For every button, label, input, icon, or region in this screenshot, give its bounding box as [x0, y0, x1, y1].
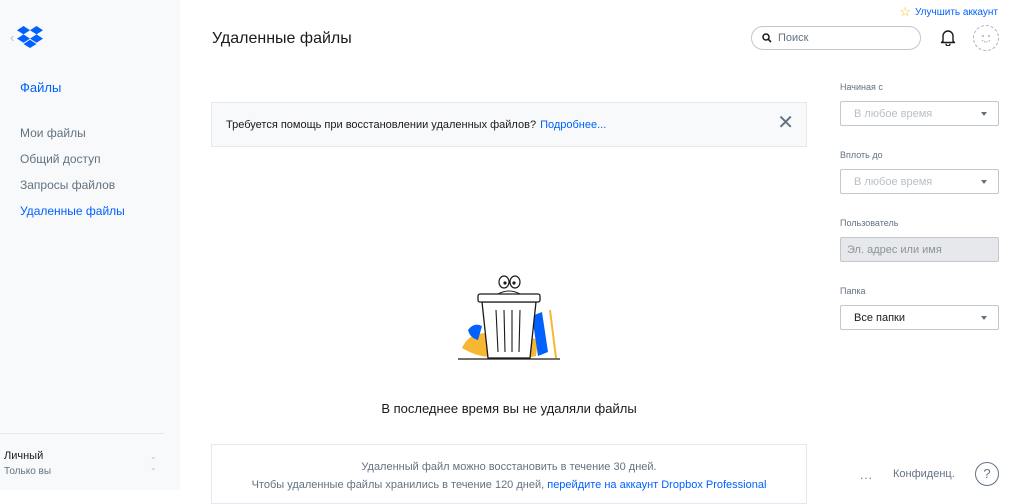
learn-more-link[interactable]: Подробнее... — [540, 119, 606, 131]
dropbox-logo-icon — [17, 26, 44, 48]
privacy-link[interactable]: Конфиденц. — [893, 468, 955, 480]
retention-info-box: Удаленный файл можно восстановить в тече… — [211, 444, 807, 504]
filter-from-select[interactable]: В любое время — [840, 101, 999, 126]
trash-can-illustration-icon — [458, 275, 560, 360]
help-icon[interactable]: ? — [975, 462, 999, 486]
sidebar-section-files[interactable]: Файлы — [20, 80, 61, 95]
sidebar-item-sharing[interactable]: Общий доступ — [20, 152, 125, 178]
account-switcher[interactable]: Личный Только вы ⌃ ⌄ — [4, 450, 164, 477]
upgrade-account-label: Улучшить аккаунт — [915, 6, 998, 18]
account-name: Личный — [4, 450, 44, 462]
avatar[interactable] — [973, 25, 999, 51]
filter-to-value: В любое время — [854, 176, 933, 188]
filter-from-label: Начиная с — [840, 82, 883, 92]
star-icon: ☆ — [899, 4, 911, 19]
search-placeholder: Поиск — [778, 32, 809, 44]
account-subtitle: Только вы — [4, 466, 52, 477]
sidebar-item-deleted-files[interactable]: Удаленные файлы — [20, 204, 125, 230]
empty-state-message: В последнее время вы не удаляли файлы — [381, 401, 637, 416]
retention-info-line2-text: Чтобы удаленные файлы хранились в течени… — [251, 479, 545, 491]
search-icon — [762, 33, 772, 43]
dropbox-home-link[interactable]: ‹ — [10, 26, 44, 48]
close-icon[interactable]: ✕ — [777, 113, 794, 133]
chevron-down-icon — [981, 112, 987, 116]
filter-to-select[interactable]: В любое время — [840, 169, 999, 194]
help-banner-text: Требуется помощь при восстановлении удал… — [226, 119, 537, 131]
search-input[interactable]: Поиск — [751, 26, 921, 50]
chevron-up-down-icon: ⌃ ⌄ — [150, 456, 157, 472]
sidebar-nav: Мои файлы Общий доступ Запросы файлов Уд… — [20, 126, 125, 230]
retention-info-line1: Удаленный файл можно восстановить в тече… — [361, 461, 657, 473]
page-title: Удаленные файлы — [212, 30, 352, 47]
chevron-left-icon: ‹ — [10, 29, 15, 45]
chevron-down-icon — [981, 180, 987, 184]
sidebar-divider — [0, 433, 164, 434]
more-options-button[interactable]: ... — [860, 468, 873, 482]
help-banner: Требуется помощь при восстановлении удал… — [211, 102, 807, 147]
filter-user-label: Пользователь — [840, 218, 899, 228]
retention-info-line2: Чтобы удаленные файлы хранились в течени… — [212, 479, 806, 491]
filter-user-placeholder: Эл. адрес или имя — [847, 244, 942, 256]
bell-icon[interactable] — [940, 28, 956, 46]
filter-folder-select[interactable]: Все папки — [840, 305, 999, 330]
upgrade-account-link[interactable]: ☆ Улучшить аккаунт — [899, 4, 998, 20]
filters-panel: Начиная с В любое время Вплоть до В любо… — [840, 82, 1000, 330]
chevron-down-icon — [981, 316, 987, 320]
sidebar-item-file-requests[interactable]: Запросы файлов — [20, 178, 125, 204]
upgrade-professional-link[interactable]: перейдите на аккаунт Dropbox Professiona… — [547, 479, 766, 491]
sidebar: ‹ Файлы Мои файлы Общий доступ Запросы ф… — [0, 0, 180, 490]
filter-from-value: В любое время — [854, 108, 933, 120]
smiley-face-icon — [981, 35, 991, 43]
filter-user-input[interactable]: Эл. адрес или имя — [840, 237, 999, 262]
help-banner-text-wrap: Требуется помощь при восстановлении удал… — [226, 119, 606, 131]
sidebar-item-my-files[interactable]: Мои файлы — [20, 126, 125, 152]
filter-to-label: Вплоть до — [840, 150, 883, 160]
filter-folder-label: Папка — [840, 286, 866, 296]
filter-folder-value: Все папки — [854, 312, 905, 324]
